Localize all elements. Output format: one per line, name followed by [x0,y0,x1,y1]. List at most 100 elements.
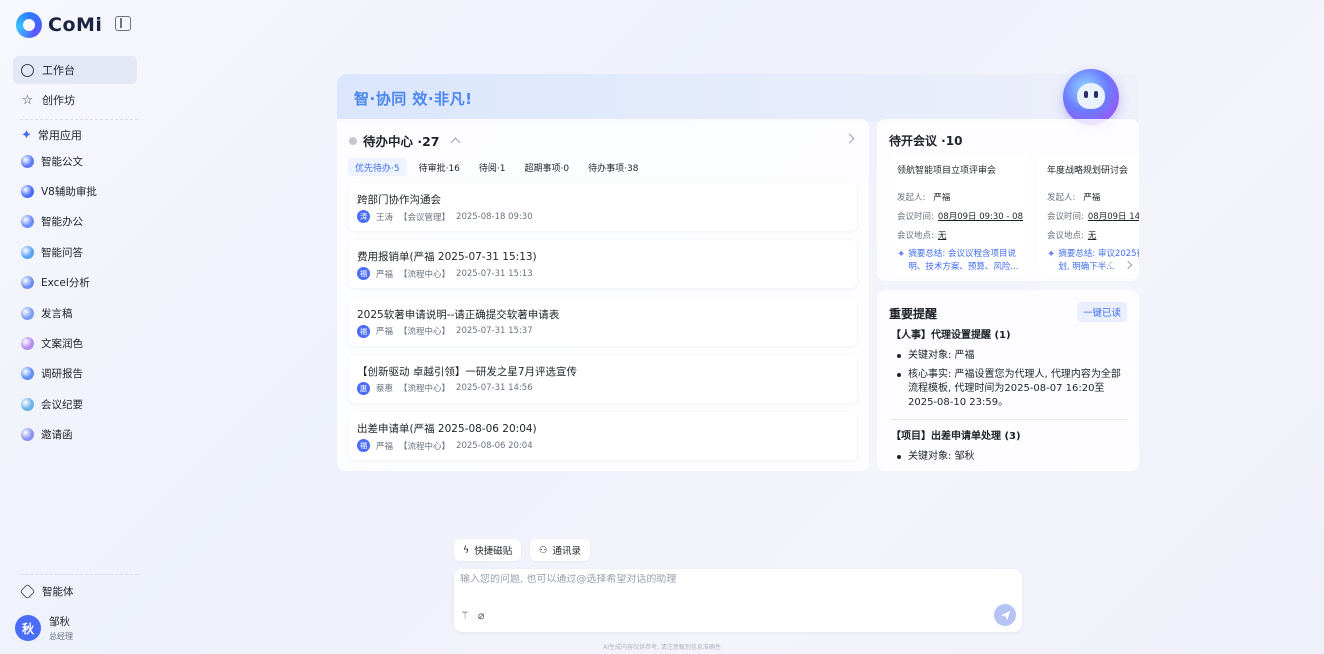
chevron-right-icon[interactable] [1123,260,1133,270]
meeting-item[interactable]: 年度战略规划研讨会发起人:严福会议时间:08月09日 14:0会议地点:无✦摘要… [1039,155,1139,273]
welcome-banner: 智·协同 效·非凡! [337,69,1139,125]
apps-section-title: ✦ 常用应用 [21,127,82,143]
todo-item-title: 出差申请单(严福 2025-08-06 20:04) [357,423,537,436]
sidebar-app-item[interactable]: Excel分析 [21,273,90,293]
sidebar-toggle-icon[interactable] [115,16,131,31]
magic-wand-icon[interactable]: ⚚ [460,609,470,622]
reminder-heading[interactable]: 【项目】出差申请单处理 (3) [891,430,1127,444]
sidebar-app-item[interactable]: 邀请函 [21,425,73,445]
sidebar-app-item[interactable]: 会议纪要 [21,394,83,414]
todo-item-person: 严福 [376,327,394,338]
agent-icon [19,583,36,600]
todo-item-meta: 福严福 【流程中心】 2025-07-31 15:13 [357,267,533,281]
todo-item-module: 【流程中心】 [399,384,451,395]
todo-item-person: 严福 [376,269,394,280]
app-label: 发言稿 [41,307,73,320]
field-label: 会议地点: [1047,231,1084,241]
reminders-body: 【人事】代理设置提醒 (1) 关键对象: 严福 核心事实: 严福设置您为代理人, 代… [891,329,1127,469]
reminder-bullet: 核心事实: 严福设置您为代理人, 代理内容为全部流程模板, 代理时间为2025-… [891,368,1127,410]
nav-item-agent[interactable]: 智能体 [19,583,74,600]
nav-item-label: 创作坊 [42,94,75,107]
sidebar-divider [20,574,138,575]
tab-to-read[interactable]: 待阅·1 [472,158,513,176]
sidebar-app-item[interactable]: 文案润色 [21,333,83,353]
app-label: 文案润色 [41,337,83,350]
sidebar-app-item[interactable]: 调研报告 [21,364,83,384]
quick-tiles-button[interactable]: ϟ 快捷磁贴 [454,539,522,561]
todo-item-person: 严福 [376,441,394,452]
todo-item-time: 2025-07-31 14:56 [456,383,533,394]
todo-item[interactable]: 出差申请单(严福 2025-08-06 20:04) 福严福 【流程中心】 2025-… [349,412,857,461]
meeting-initiator: 发起人: 严福 [897,191,1023,203]
chevron-left-icon[interactable] [1107,260,1117,270]
meeting-initiator: 发起人: 严福 [1047,191,1139,203]
logo-text: CoMi [48,14,103,36]
sparkle-icon: ✦ [1047,249,1056,260]
sidebar-divider [20,119,138,120]
logo-mark-icon [16,12,42,38]
field-value: 严福 [1083,193,1101,203]
mark-all-read-button[interactable]: 一键已读 [1076,302,1127,322]
meeting-summary: ✦摘要总结: 审议2025行与规划, 明确下半... [1047,248,1139,274]
todo-item-time: 2025-08-06 20:04 [456,440,533,451]
nav-item-workbench[interactable]: 工作台 [13,56,137,84]
sidebar-app-item[interactable]: V8辅助审批 [21,181,97,201]
avatar: 福 [357,439,370,453]
chat-input[interactable] [460,574,980,585]
todo-item-person: 蔡惠 [376,384,394,395]
avatar: 秋 [15,615,41,641]
app-icon [21,245,34,259]
todo-center-card: 待办中心 ·27 优先待办·5 待审批·16 待阅·1 超期事项·0 待办事项·… [337,119,869,471]
sidebar-app-item[interactable]: 智能公文 [21,151,83,171]
sidebar-app-item[interactable]: 智能问答 [21,242,83,262]
app-label: 智能公文 [41,155,83,168]
sidebar: CoMi 工作台 ☆ 创作坊 ✦ 常用应用 智能公文 V8辅助审批智能办公智能问答… [0,0,150,654]
app-label: V8辅助审批 [41,185,97,198]
meeting-time: 会议时间:08月09日 14:0 [1047,210,1139,222]
important-reminders-card: 重要提醒 一键已读 【人事】代理设置提醒 (1) 关键对象: 严福 核心事实: 严福… [877,290,1139,471]
sidebar-app-item[interactable]: 发言稿 [21,303,73,323]
todo-item[interactable]: 2025软著申请说明--请正确提交软著申请表福严福 【流程中心】 2025-07-3… [349,297,857,346]
sidebar-app-item[interactable]: 智能办公 [21,212,83,232]
app-logo[interactable]: CoMi [16,12,102,38]
contacts-button[interactable]: ⚇ 通讯录 [530,539,591,561]
tab-priority[interactable]: 优先待办·5 [348,158,407,176]
mascot-avatar-icon[interactable] [1063,69,1119,125]
user-profile[interactable]: 秋 邹秋 总经理 [15,614,73,642]
todo-item-title: 【创新驱动 卓越引领】一研发之星7月评选宣传 [357,365,578,378]
chip-label: 快捷磁贴 [474,546,513,557]
todo-item[interactable]: 【创新驱动 卓越引领】一研发之星7月评选宣传惠蔡惠 【流程中心】 2025-07-3… [349,354,857,403]
send-button[interactable] [994,604,1016,626]
meeting-item[interactable]: 领航智能项目立项评审会 发起人: 严福 会议时间: 08月09日 09:30 - 08.… [889,155,1031,273]
chat-tools: ⚚ ⌀ [460,609,485,622]
field-label: 发起人: [1047,193,1076,203]
chat-box: ⚚ ⌀ [454,569,1022,632]
chevron-up-icon[interactable] [450,137,460,148]
reminder-heading[interactable]: 【人事】代理设置提醒 (1) [891,329,1127,343]
attachment-icon[interactable]: ⌀ [478,609,485,622]
app-icon [21,276,34,290]
tab-overdue[interactable]: 超期事项·0 [518,158,577,176]
banner-slogan: 智·协同 效·非凡! [354,90,473,108]
avatar: 惠 [357,381,370,395]
contacts-icon: ⚇ [539,544,548,556]
todo-item[interactable]: 费用报销单(严福 2025-07-31 15:13) 福严福 【流程中心】 2025-… [349,240,857,289]
reminder-divider [891,419,1127,420]
todo-item[interactable]: 跨部门协作沟通会涛王涛 【会议管理】 2025-08-18 09:30 [349,183,857,231]
avatar: 涛 [357,210,370,223]
lightning-icon: ϟ [463,544,470,556]
field-value: 无 [1087,231,1097,241]
upcoming-meetings-card: 待开会议 ·10 领航智能项目立项评审会 发起人: 严福 会议时间: 08月09日 09… [877,119,1139,281]
meeting-time: 会议时间: 08月09日 09:30 - 08... [897,210,1023,222]
todo-item-module: 【流程中心】 [399,327,451,338]
nav-item-creation[interactable]: ☆ 创作坊 [13,86,137,114]
user-name: 邹秋 [49,616,70,628]
todo-header[interactable]: 待办中心 ·27 [349,131,460,150]
todo-item-module: 【流程中心】 [399,269,451,280]
todo-item-meta: 福严福 【流程中心】 2025-07-31 15:37 [357,324,533,338]
tab-approval[interactable]: 待审批·16 [412,158,467,176]
todo-item-meta: 涛王涛 【会议管理】 2025-08-18 09:30 [357,210,533,223]
tab-todo-items[interactable]: 待办事项·38 [581,158,645,176]
chevron-right-icon[interactable] [844,133,855,144]
app-icon [21,397,34,411]
